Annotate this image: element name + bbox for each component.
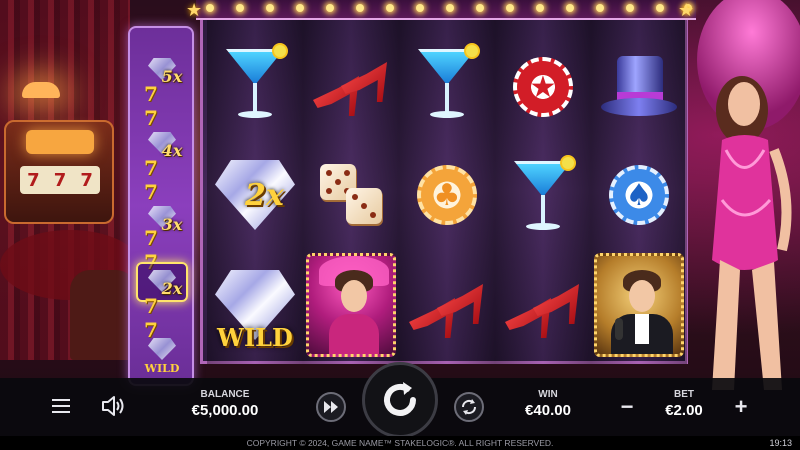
hamburger-icon [52, 399, 70, 401]
sevens-symbol: 7 7 [144, 294, 166, 342]
clock: 19:13 [769, 438, 792, 448]
menu-button[interactable] [48, 393, 74, 419]
balance-value: €5,000.00 [191, 402, 259, 419]
copyright-text: COPYRIGHT © 2024, GAME NAME™ STAKELOGIC®… [246, 438, 554, 448]
plus-icon: + [734, 394, 748, 419]
bet-value: €2.00 [665, 402, 703, 419]
spin-arrow-icon [384, 382, 416, 416]
reel-5: ♠ [591, 20, 687, 364]
copyright-footer: COPYRIGHT © 2024, GAME NAME™ STAKELOGIC®… [0, 436, 800, 450]
martini-icon [220, 43, 290, 123]
autoplay-icon [461, 399, 477, 415]
minus-icon: − [620, 394, 634, 419]
martini-symbol [207, 30, 303, 136]
top-hat-icon [601, 52, 677, 122]
dice-symbol [303, 142, 399, 248]
red-heels-symbol [303, 34, 399, 140]
autoplay-button[interactable] [454, 392, 484, 422]
bet-label: BET [674, 389, 694, 400]
win-value: €40.00 [525, 402, 571, 419]
martini-symbol [399, 30, 495, 136]
high-heels-icon [503, 274, 583, 344]
background-slot-machine: 777 [4, 120, 114, 224]
showgirl-portrait [306, 253, 396, 357]
martini-icon [412, 43, 482, 123]
singer-symbol [591, 252, 687, 358]
showgirl-symbol [303, 252, 399, 358]
turbo-button[interactable] [316, 392, 346, 422]
singer-portrait [594, 253, 684, 357]
diamond-icon [148, 338, 176, 360]
star-chip-icon: ★ [513, 57, 573, 117]
star-icon: ★ [678, 0, 695, 20]
spin-button[interactable] [362, 362, 438, 438]
gold-chip-symbol: ♣ [399, 142, 495, 248]
reel-2 [303, 20, 399, 364]
reel-grid: 2x WILD ♣ ★ ♠ [200, 20, 688, 364]
reel-1: 2x WILD [207, 20, 303, 364]
star-icon: ★ [186, 0, 203, 20]
speaker-icon [102, 396, 124, 416]
sound-button[interactable] [98, 392, 128, 420]
ceiling-lamp [22, 82, 60, 98]
multiplier-ladder: 5x 7 7 4x 7 7 3x 7 7 2x 7 7 WILD [128, 26, 194, 386]
sevens-symbol: 7 7 [144, 156, 166, 204]
reel-3: ♣ [399, 20, 495, 364]
red-heels-symbol [495, 256, 591, 362]
red-heels-symbol [399, 256, 495, 362]
diamond-multiplier-symbol: 2x [207, 142, 303, 248]
win-label: WIN [538, 389, 558, 400]
club-chip-icon: ♣ [417, 165, 477, 225]
bet-decrease-button[interactable]: − [614, 394, 640, 420]
blue-chip-symbol: ♠ [591, 142, 687, 248]
martini-icon [508, 155, 578, 235]
wild-mini-symbol: WILD [136, 336, 188, 376]
high-heels-icon [407, 274, 487, 344]
red-chips-symbol: ★ [495, 34, 591, 140]
background-chair [70, 270, 136, 360]
wild-symbol: WILD [207, 252, 303, 358]
dice-icon [316, 160, 386, 230]
bet-increase-button[interactable]: + [728, 394, 754, 420]
balance-label: BALANCE [200, 389, 250, 400]
showgirl-character [697, 0, 800, 390]
fast-forward-icon [324, 401, 338, 413]
marquee-lights [196, 0, 696, 20]
spade-chip-icon: ♠ [609, 165, 669, 225]
sevens-symbol: 7 7 [144, 82, 166, 130]
reel-4: ★ [495, 20, 591, 364]
high-heels-icon [311, 52, 391, 122]
martini-symbol [495, 142, 591, 248]
top-hat-symbol [591, 34, 687, 140]
